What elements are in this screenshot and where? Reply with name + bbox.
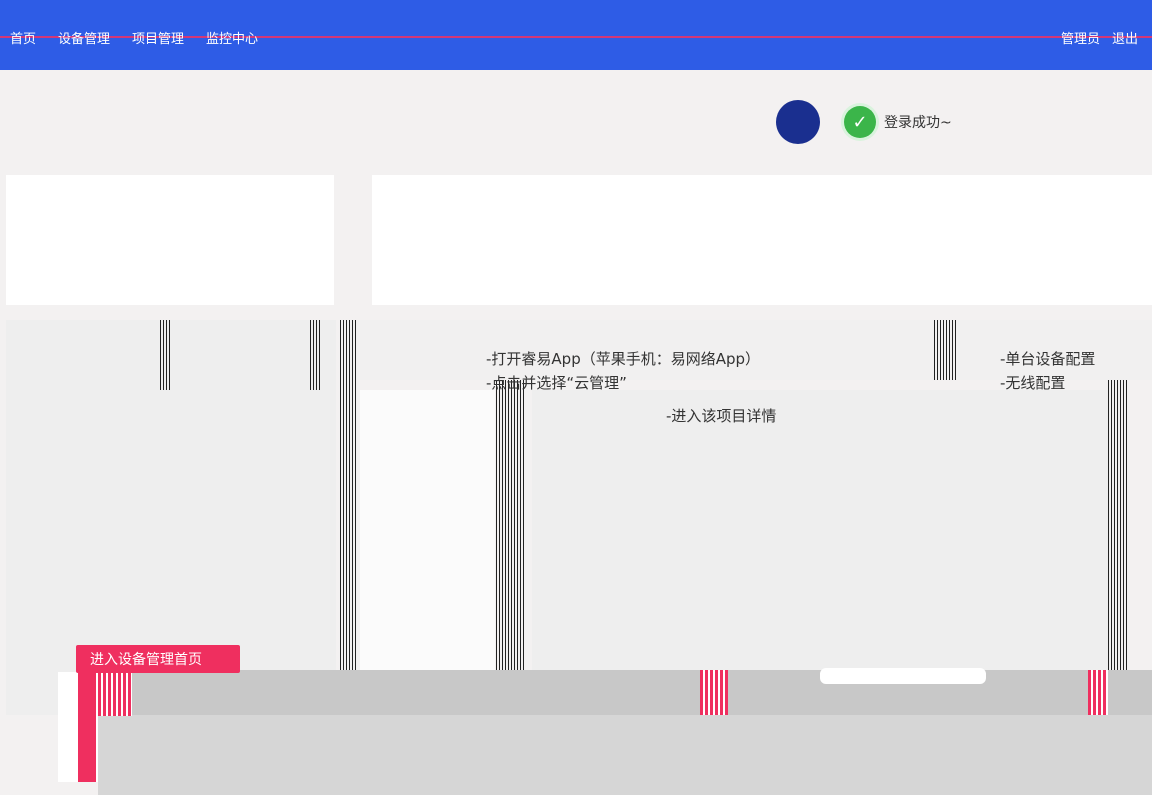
- accent-edge: [78, 672, 96, 782]
- avatar[interactable]: [776, 100, 820, 144]
- user-name[interactable]: 管理员: [1061, 28, 1100, 47]
- accent-stripes: [700, 670, 728, 715]
- top-navigation-bar: 首页 设备管理 项目管理 监控中心 管理员 退出: [0, 0, 1152, 70]
- bottom-band: [98, 670, 1152, 715]
- divider-lines: [160, 320, 172, 390]
- guide-panel-right: [532, 390, 1110, 670]
- logout-link[interactable]: 退出: [1112, 28, 1138, 47]
- step-1: -打开睿易App（苹果手机：易网络App）: [486, 350, 761, 368]
- nav-item-home[interactable]: 首页: [10, 28, 36, 47]
- footer: [98, 715, 1152, 795]
- enter-device-management-button[interactable]: 进入设备管理首页: [76, 645, 240, 673]
- toast-message: 登录成功~: [884, 115, 952, 131]
- config-item-wireless: -无线配置: [1000, 374, 1066, 392]
- header-area: [0, 70, 1152, 175]
- guide-panel-middle: [360, 390, 495, 670]
- nav-item-monitor[interactable]: 监控中心: [206, 28, 258, 47]
- status-pill: [820, 668, 986, 684]
- accent-stripes: [1088, 670, 1108, 715]
- main-nav: 首页 设备管理 项目管理 监控中心: [10, 28, 258, 47]
- step-2: -点击并选择“云管理”: [486, 374, 627, 392]
- divider-lines: [496, 380, 526, 670]
- guide-card-right: [372, 175, 1152, 305]
- nav-item-projects[interactable]: 项目管理: [132, 28, 184, 47]
- user-menu: 管理员 退出: [1061, 28, 1138, 47]
- login-success-toast: ✓ 登录成功~: [844, 106, 952, 138]
- divider-lines: [1108, 380, 1128, 715]
- divider-lines: [340, 320, 358, 670]
- accent-stripes: [98, 672, 132, 716]
- guide-card-left: [6, 175, 334, 305]
- step-3: -进入该项目详情: [666, 407, 777, 425]
- app-steps: -打开睿易App（苹果手机：易网络App） -点击并选择“云管理” -进入该项目…: [486, 347, 776, 425]
- nav-item-devices[interactable]: 设备管理: [58, 28, 110, 47]
- divider-lines: [934, 320, 956, 380]
- config-options: -单台设备配置 -无线配置: [1000, 347, 1095, 395]
- divider-lines: [310, 320, 322, 390]
- config-item-single-device: -单台设备配置: [1000, 350, 1096, 368]
- check-circle-icon: ✓: [844, 106, 876, 138]
